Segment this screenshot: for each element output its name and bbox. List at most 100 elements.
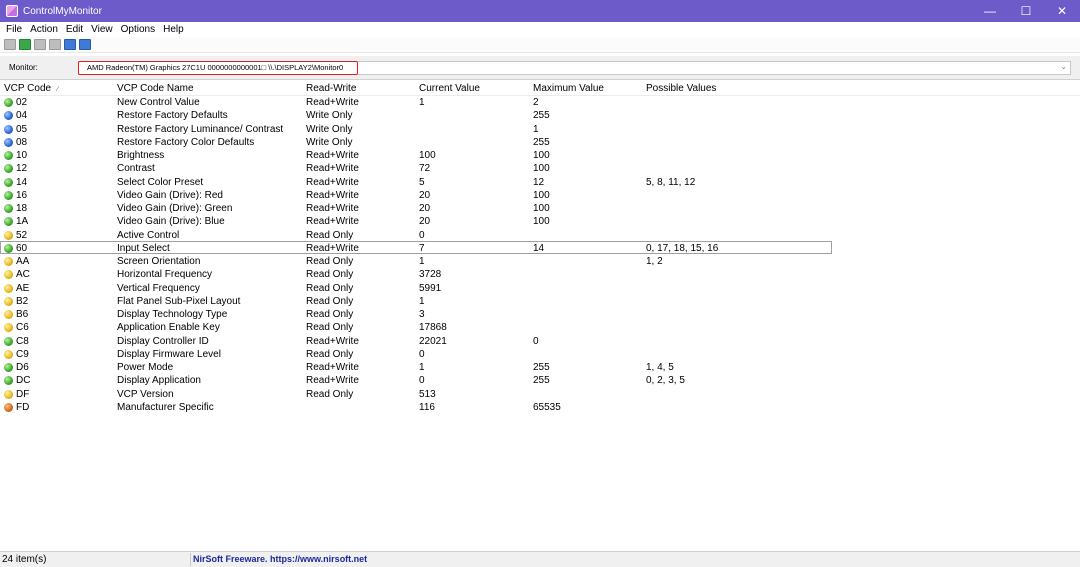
cell-maximum-value: 255: [533, 136, 550, 148]
status-yellow-icon: [4, 349, 13, 359]
cell-maximum-value: 12: [533, 176, 545, 188]
cell-current-value: 0: [419, 348, 425, 360]
cell-current-value: 0: [419, 375, 425, 387]
table-row[interactable]: 14 Select Color Preset Read+Write 5 12 5, 8, …: [0, 176, 1080, 189]
table-row[interactable]: 12 Contrast Read+Write 72 100: [0, 162, 1080, 175]
column-header-vcp-code[interactable]: VCP Code ∕: [4, 83, 58, 94]
properties-icon[interactable]: [49, 39, 61, 50]
column-header-possible-values[interactable]: Possible Values: [646, 83, 716, 94]
status-green-icon: [4, 376, 13, 386]
table-row[interactable]: D6 Power Mode Read+Write 1 255 1, 4, 5: [0, 361, 1080, 374]
exit-icon[interactable]: [79, 39, 91, 50]
table-row[interactable]: C6 Application Enable Key Read Only 17868: [0, 321, 1080, 334]
minimize-icon[interactable]: —: [972, 0, 1008, 22]
table-row[interactable]: AE Vertical Frequency Read Only 5991: [0, 282, 1080, 295]
menu-bar: File Action Edit View Options Help: [0, 22, 1080, 36]
table-row[interactable]: B6 Display Technology Type Read Only 3: [0, 308, 1080, 321]
cell-access: Read Only: [306, 295, 354, 307]
refresh-icon[interactable]: [19, 39, 31, 50]
cell-vcp-name: Horizontal Frequency: [117, 269, 213, 281]
cell-vcp-name: Input Select: [117, 242, 170, 254]
cell-vcp-code: 16: [16, 189, 28, 201]
cell-vcp-name: Flat Panel Sub-Pixel Layout: [117, 295, 241, 307]
cell-maximum-value: 100: [533, 150, 550, 161]
table-row[interactable]: 10 Brightness Read+Write 100 100: [0, 149, 1080, 162]
table-row[interactable]: 60 Input Select Read+Write 7 14 0, 17, 18, 15…: [0, 240, 1080, 255]
table-row[interactable]: B2 Flat Panel Sub-Pixel Layout Read Only 1: [0, 295, 1080, 308]
save-icon[interactable]: [4, 39, 16, 50]
cell-access: Read+Write: [306, 150, 359, 161]
menu-file[interactable]: File: [2, 24, 26, 35]
list-header: VCP Code ∕ VCP Code Name Read-Write Curre…: [0, 82, 1080, 96]
status-green-icon: [4, 98, 13, 107]
status-blue-icon: [4, 137, 13, 147]
table-row[interactable]: FD Manufacturer Specific 116 65535: [0, 401, 1080, 414]
table-row[interactable]: 02 New Control Value Read+Write 1 2: [0, 96, 1080, 109]
chevron-down-icon[interactable]: ⌄: [1060, 62, 1067, 71]
table-row[interactable]: 05 Restore Factory Luminance/ Contrast Wri…: [0, 123, 1080, 136]
cell-possible-values: 1, 2: [646, 256, 663, 267]
cell-vcp-name: New Control Value: [117, 97, 200, 108]
table-row[interactable]: 52 Active Control Read Only 0: [0, 229, 1080, 242]
column-header-access[interactable]: Read-Write: [306, 83, 356, 94]
menu-options[interactable]: Options: [117, 24, 159, 35]
column-header-maximum-value[interactable]: Maximum Value: [533, 83, 604, 94]
cell-maximum-value: 100: [533, 203, 550, 214]
monitor-dropdown[interactable]: AMD Radeon(TM) Graphics 27C1U 0000000000…: [78, 61, 1071, 75]
table-row[interactable]: C8 Display Controller ID Read+Write 22021 0: [0, 335, 1080, 348]
cell-possible-values: 1, 4, 5: [646, 362, 674, 373]
cell-access: Read+Write: [306, 242, 359, 254]
cell-access: Read Only: [306, 282, 354, 294]
cell-vcp-name: Application Enable Key: [117, 322, 220, 334]
cell-current-value: 1: [419, 256, 425, 267]
vcp-list: VCP Code ∕ VCP Code Name Read-Write Curre…: [0, 82, 1080, 549]
table-row[interactable]: DF VCP Version Read Only 513: [0, 388, 1080, 401]
table-row[interactable]: 16 Video Gain (Drive): Red Read+Write 20 100: [0, 189, 1080, 202]
toolbar: [0, 37, 1080, 53]
table-row[interactable]: DC Display Application Read+Write 0 255 0, 2,…: [0, 374, 1080, 387]
cell-current-value: 513: [419, 388, 436, 400]
cell-vcp-code: C8: [16, 335, 29, 347]
cell-vcp-code: DC: [16, 375, 31, 387]
cell-access: Read+Write: [306, 335, 359, 347]
table-row[interactable]: 04 Restore Factory Defaults Write Only 255: [0, 109, 1080, 122]
nirsoft-link[interactable]: NirSoft Freeware. https://www.nirsoft.ne…: [193, 554, 367, 564]
maximize-icon[interactable]: ☐: [1008, 0, 1044, 22]
cell-vcp-code: AA: [16, 256, 30, 267]
menu-action[interactable]: Action: [26, 24, 62, 35]
status-yellow-icon: [4, 296, 13, 306]
window-controls: — ☐ ✕: [972, 0, 1080, 22]
cell-maximum-value: 100: [533, 163, 550, 175]
status-yellow-icon: [4, 283, 13, 293]
item-count: 24 item(s): [2, 554, 47, 565]
cell-vcp-code: AC: [16, 269, 30, 281]
menu-edit[interactable]: Edit: [62, 24, 87, 35]
copy-icon[interactable]: [34, 39, 46, 50]
report-icon[interactable]: [64, 39, 76, 50]
cell-current-value: 3728: [419, 269, 442, 281]
cell-vcp-code: 60: [16, 242, 28, 254]
cell-vcp-code: 04: [16, 110, 28, 122]
table-row[interactable]: 1A Video Gain (Drive): Blue Read+Write 20 10…: [0, 215, 1080, 228]
cell-vcp-code: AE: [16, 282, 30, 294]
close-icon[interactable]: ✕: [1044, 0, 1080, 22]
table-row[interactable]: AC Horizontal Frequency Read Only 3728: [0, 268, 1080, 281]
status-green-icon: [4, 336, 13, 346]
cell-vcp-name: Video Gain (Drive): Green: [117, 203, 233, 214]
status-yellow-icon: [4, 270, 13, 280]
cell-maximum-value: 0: [533, 335, 539, 347]
cell-access: Write Only: [306, 110, 353, 122]
cell-vcp-code: C6: [16, 322, 29, 334]
table-row[interactable]: 18 Video Gain (Drive): Green Read+Write 20 1…: [0, 202, 1080, 215]
cell-vcp-code: 05: [16, 123, 28, 135]
cell-access: Read Only: [306, 256, 354, 267]
table-row[interactable]: 08 Restore Factory Color Defaults Write On…: [0, 136, 1080, 149]
table-row[interactable]: AA Screen Orientation Read Only 1 1, 2: [0, 255, 1080, 268]
cell-possible-values: 5, 8, 11, 12: [646, 176, 696, 188]
column-header-vcp-name[interactable]: VCP Code Name: [117, 83, 194, 94]
menu-help[interactable]: Help: [159, 24, 188, 35]
table-row[interactable]: C9 Display Firmware Level Read Only 0: [0, 348, 1080, 361]
cell-vcp-code: 08: [16, 136, 28, 148]
column-header-current-value[interactable]: Current Value: [419, 83, 480, 94]
menu-view[interactable]: View: [87, 24, 117, 35]
